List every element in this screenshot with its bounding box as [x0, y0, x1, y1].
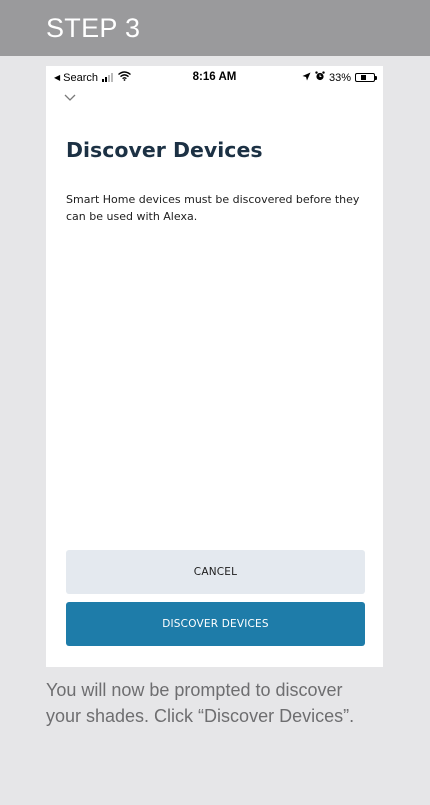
- location-arrow-icon: [302, 72, 311, 84]
- alarm-icon: [315, 71, 325, 84]
- chevron-down-icon[interactable]: [62, 90, 78, 104]
- status-bar-right: 33%: [298, 71, 377, 84]
- discover-devices-button[interactable]: DISCOVER DEVICES: [66, 602, 365, 646]
- phone-screenshot: ◀ Search 8:16 AM 33% Discover Devices Sm…: [46, 66, 383, 667]
- step-header: STEP 3: [0, 0, 430, 56]
- status-bar: ◀ Search 8:16 AM 33%: [46, 66, 383, 90]
- description-text: Smart Home devices must be discovered be…: [66, 193, 360, 223]
- cancel-button[interactable]: CANCEL: [66, 550, 365, 594]
- battery-icon: [355, 73, 377, 82]
- battery-percent: 33%: [328, 71, 351, 84]
- instruction-caption: You will now be prompted to discover you…: [46, 680, 355, 726]
- page-title: Discover Devices: [66, 138, 263, 162]
